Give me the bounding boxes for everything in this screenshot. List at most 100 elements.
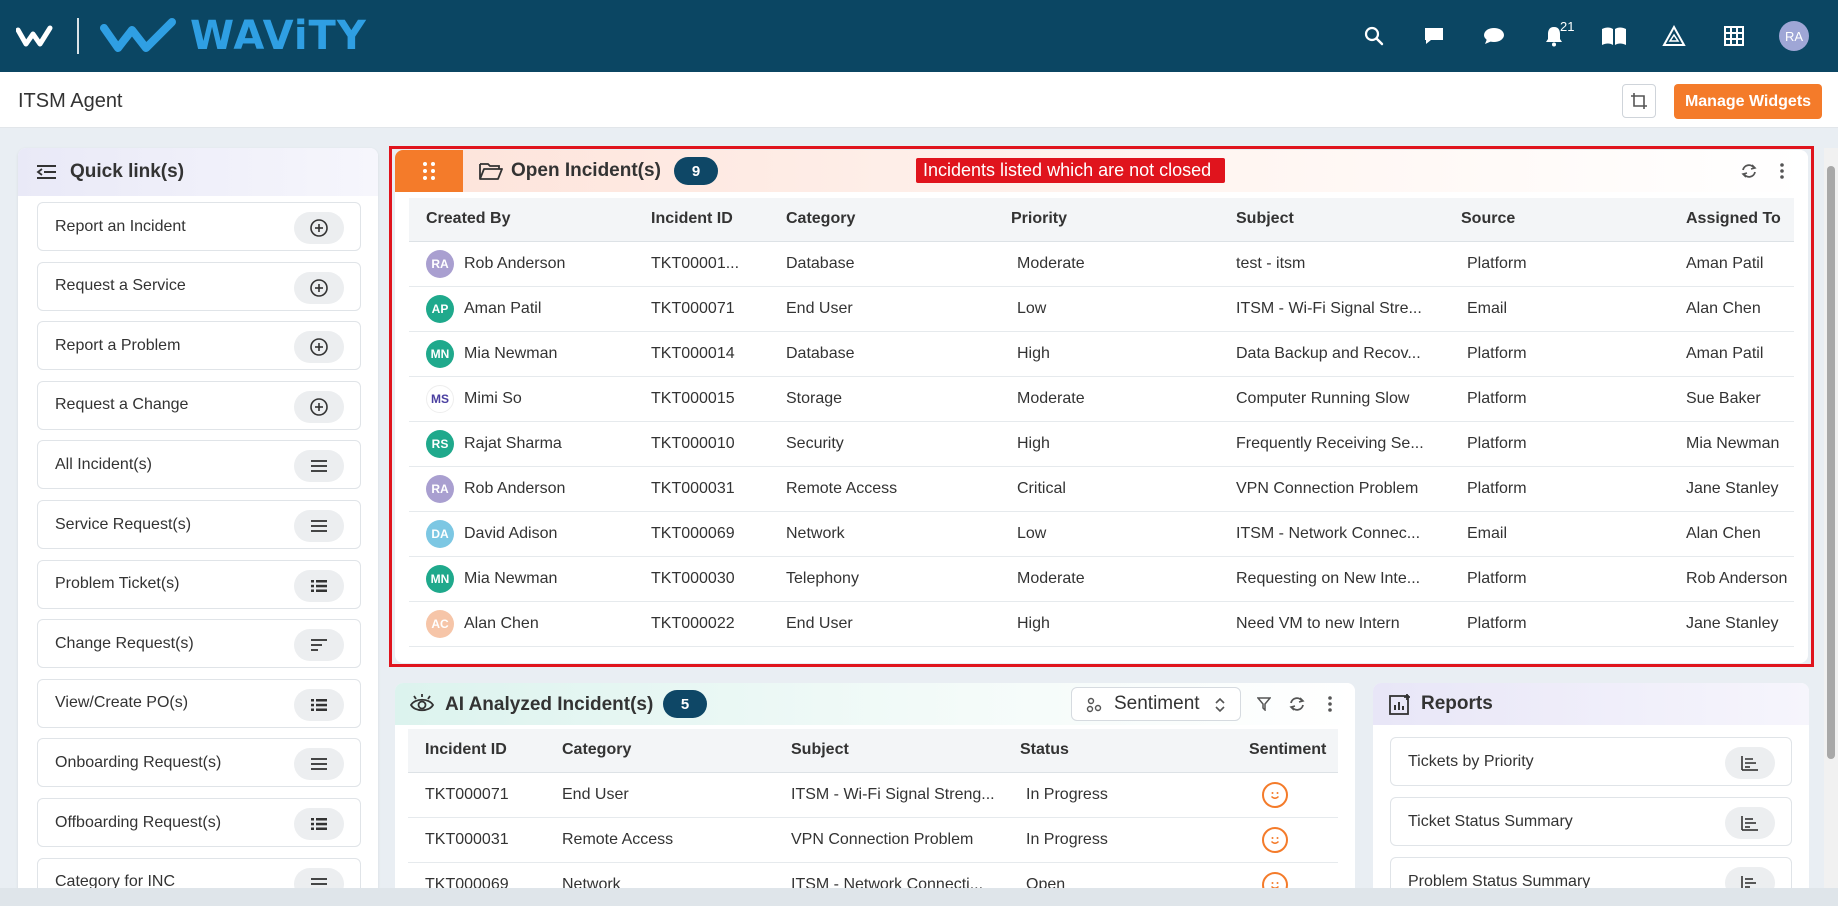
table-row[interactable]: TKT000031 Remote Access VPN Connection Pro…: [408, 817, 1338, 863]
category-cell: Network: [769, 511, 994, 557]
quick-link-item[interactable]: Request a Service: [37, 261, 361, 311]
sentiment-select[interactable]: Sentiment: [1071, 687, 1241, 721]
column-header[interactable]: Assigned To: [1669, 198, 1794, 242]
refresh-icon[interactable]: [1286, 693, 1308, 715]
quick-link-item[interactable]: Report a Problem: [37, 321, 361, 371]
category-cell: End User: [769, 601, 994, 647]
list-button[interactable]: [294, 808, 344, 840]
priority-cell: Moderate: [994, 241, 1219, 287]
menu-button[interactable]: [294, 450, 344, 483]
column-header[interactable]: Incident ID: [634, 198, 769, 242]
list-button[interactable]: [294, 688, 344, 721]
more-vertical-icon[interactable]: [1319, 693, 1341, 715]
incident-id-cell[interactable]: TKT000031: [408, 817, 545, 863]
column-header[interactable]: Subject: [774, 729, 1003, 773]
avatar: MS: [426, 384, 454, 413]
created-by-cell: AC Alan Chen: [409, 601, 634, 647]
table-row[interactable]: RS Rajat Sharma TKT000010 Security High Frequ…: [409, 421, 1794, 467]
column-header[interactable]: Status: [1003, 729, 1232, 773]
table-row[interactable]: RA Rob Anderson TKT000031 Remote Access Crit…: [409, 466, 1794, 512]
menu-button[interactable]: [294, 510, 344, 542]
incident-id-cell[interactable]: TKT00001...: [634, 241, 769, 287]
plus-circle-button[interactable]: [294, 212, 344, 244]
quick-link-item[interactable]: View/Create PO(s): [37, 678, 361, 728]
ai-analyzed-header: AI Analyzed Incident(s) 5 Sentiment: [395, 683, 1355, 725]
subject-cell: VPN Connection Problem: [774, 817, 1003, 863]
table-row[interactable]: MS Mimi So TKT000015 Storage Moderate Compute…: [409, 376, 1794, 422]
incident-id-cell[interactable]: TKT000071: [408, 772, 545, 818]
plus-circle-button[interactable]: [294, 331, 344, 364]
quick-link-item[interactable]: Category for INC: [37, 857, 361, 888]
column-header[interactable]: Subject: [1219, 198, 1444, 242]
table-row[interactable]: MN Mia Newman TKT000014 Database High Data Ba…: [409, 331, 1794, 377]
scrollbar-thumb[interactable]: [1827, 166, 1835, 759]
column-header[interactable]: Category: [769, 198, 994, 242]
column-header[interactable]: Category: [545, 729, 774, 773]
assigned-to-cell: Jane Stanley: [1669, 601, 1794, 647]
incident-id-cell[interactable]: TKT000022: [634, 601, 769, 647]
incident-id-cell[interactable]: TKT000014: [634, 331, 769, 377]
quick-link-item[interactable]: Service Request(s): [37, 500, 361, 549]
subject-cell: Frequently Receiving Se...: [1219, 421, 1444, 467]
sort-button[interactable]: [294, 629, 344, 662]
created-by-name: Mimi So: [464, 389, 522, 407]
sentiment-cell: [1232, 772, 1338, 818]
subject-cell: Need VM to new Intern: [1219, 601, 1444, 647]
quick-link-item[interactable]: All Incident(s): [37, 440, 361, 490]
column-header[interactable]: Priority: [994, 198, 1219, 242]
priority-cell: Low: [994, 286, 1219, 332]
sort-icon: [310, 638, 328, 652]
report-label: Ticket Status Summary: [1408, 812, 1573, 830]
report-item[interactable]: Tickets by Priority: [1390, 737, 1792, 786]
quick-link-item[interactable]: Onboarding Request(s): [37, 738, 361, 788]
status-cell: In Progress: [1003, 817, 1232, 863]
plus-circle-button[interactable]: [294, 390, 344, 423]
table-row[interactable]: AC Alan Chen TKT000022 End User High Need VM …: [409, 601, 1794, 647]
list-icon: [310, 698, 328, 712]
list-button[interactable]: [294, 569, 344, 602]
incident-id-cell[interactable]: TKT000071: [634, 286, 769, 332]
column-header[interactable]: Created By: [409, 198, 634, 242]
incident-id-cell[interactable]: TKT000015: [634, 376, 769, 422]
assigned-to-cell: Rob Anderson: [1669, 556, 1794, 602]
quick-link-item[interactable]: Request a Change: [37, 380, 361, 430]
report-open-button[interactable]: [1725, 807, 1775, 839]
assigned-to-cell: Aman Patil: [1669, 241, 1794, 287]
sentiment-cell: [1232, 817, 1338, 863]
column-header[interactable]: Incident ID: [408, 729, 545, 773]
incident-id-cell[interactable]: TKT000010: [634, 421, 769, 467]
incident-id-cell[interactable]: TKT000030: [634, 556, 769, 602]
menu-button[interactable]: [294, 867, 344, 888]
assigned-to-cell: Sue Baker: [1669, 376, 1794, 422]
open-incidents-count: 9: [674, 157, 718, 185]
created-by-name: Alan Chen: [464, 614, 539, 632]
table-row[interactable]: RA Rob Anderson TKT00001... Database Moderat…: [409, 241, 1794, 287]
more-vertical-icon[interactable]: [1771, 160, 1793, 182]
list-icon: [310, 817, 328, 831]
quick-link-item[interactable]: Report an Incident: [37, 202, 361, 251]
priority-cell: Moderate: [994, 376, 1219, 422]
quick-link-item[interactable]: Problem Ticket(s): [37, 559, 361, 609]
table-row[interactable]: DA David Adison TKT000069 Network Low ITSM - …: [409, 511, 1794, 557]
subject-cell: test - itsm: [1219, 241, 1444, 287]
incident-id-cell[interactable]: TKT000069: [634, 511, 769, 557]
priority-cell: Low: [994, 511, 1219, 557]
refresh-icon[interactable]: [1738, 160, 1760, 182]
table-row[interactable]: AP Aman Patil TKT000071 End User Low ITSM - W…: [409, 286, 1794, 332]
drag-handle[interactable]: [395, 150, 463, 192]
menu-button[interactable]: [294, 748, 344, 781]
plus-circle-button[interactable]: [294, 271, 344, 304]
menu-icon: [310, 459, 328, 473]
table-row[interactable]: MN Mia Newman TKT000030 Telephony Moderate Re…: [409, 556, 1794, 602]
quick-link-item[interactable]: Change Request(s): [37, 619, 361, 669]
report-item[interactable]: Ticket Status Summary: [1390, 797, 1792, 846]
sentiment-select-value: Sentiment: [1114, 693, 1200, 714]
column-header[interactable]: Source: [1444, 198, 1669, 242]
quick-link-item[interactable]: Offboarding Request(s): [37, 798, 361, 847]
category-cell: Telephony: [769, 556, 994, 602]
report-open-button[interactable]: [1725, 747, 1775, 779]
table-row[interactable]: TKT000071 End User ITSM - Wi-Fi Signal Str…: [408, 772, 1338, 818]
column-header[interactable]: Sentiment: [1232, 729, 1338, 773]
filter-icon[interactable]: [1253, 693, 1275, 715]
incident-id-cell[interactable]: TKT000031: [634, 466, 769, 512]
